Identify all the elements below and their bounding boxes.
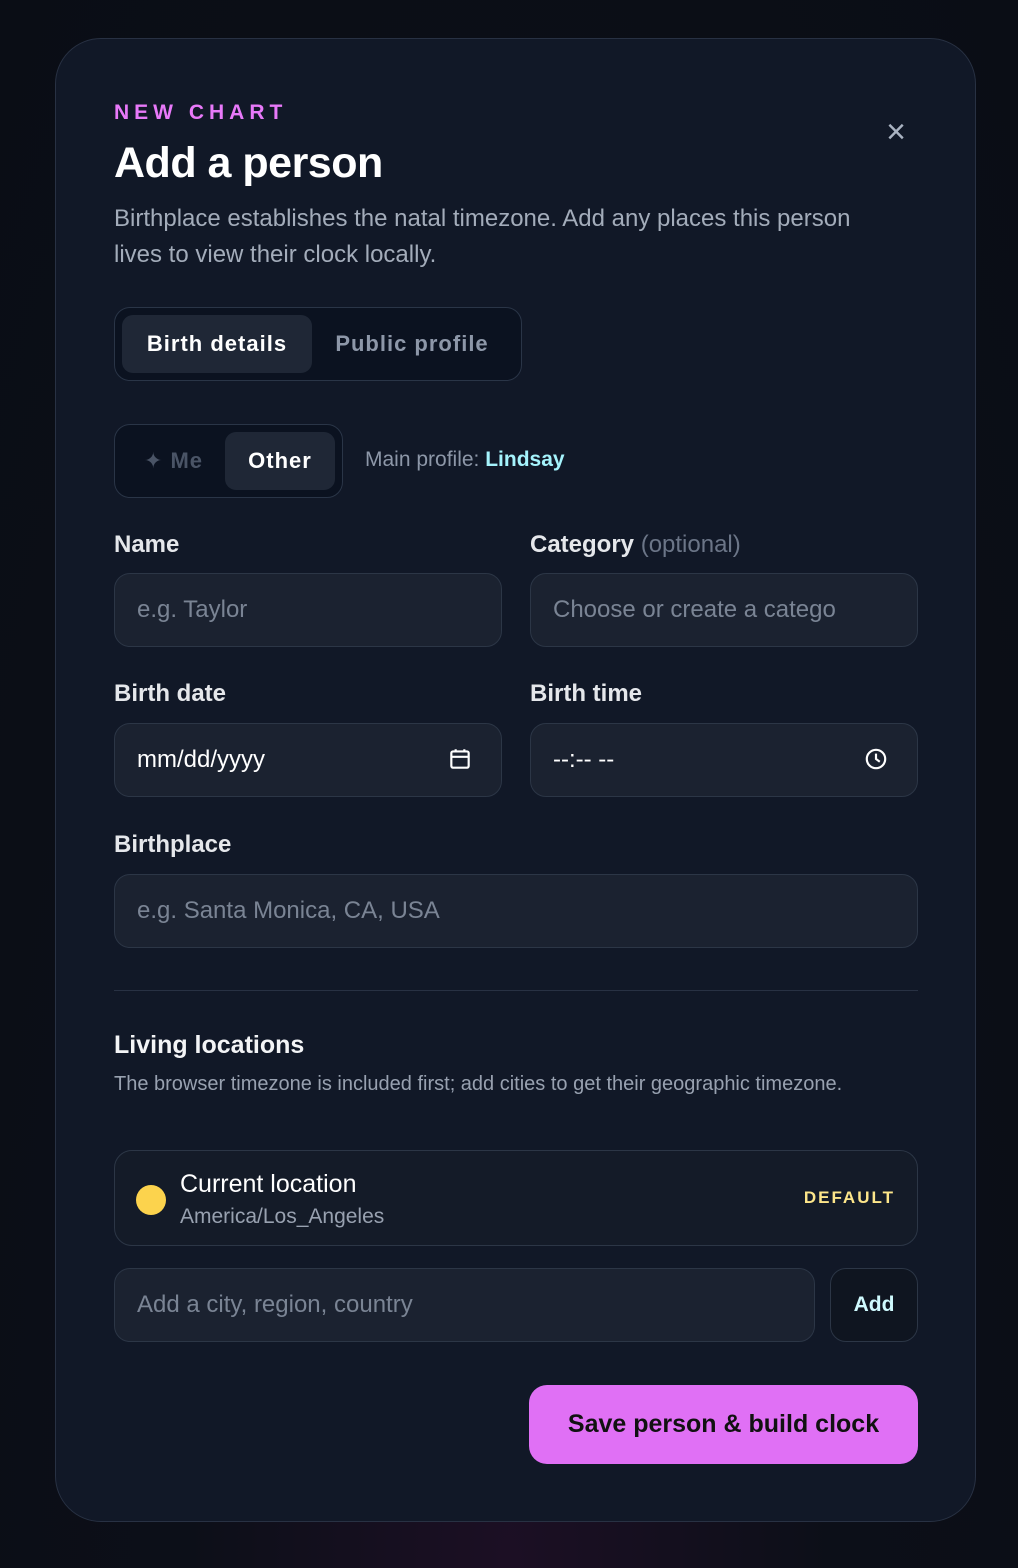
toggle-other[interactable]: Other — [225, 432, 335, 490]
save-person-button[interactable]: Save person & build clock — [529, 1385, 918, 1464]
tab-switcher: Birth details Public profile — [114, 307, 522, 381]
category-label: Category (optional) — [530, 531, 741, 559]
birthplace-label: Birthplace — [114, 831, 232, 858]
birth-date-value: mm/dd/yyyy — [137, 746, 266, 773]
category-optional: (optional) — [640, 531, 741, 558]
birth-time-field[interactable]: --:-- -- — [530, 723, 918, 797]
person-toggle: ✦ Me Other — [114, 424, 343, 498]
modal-subtitle: Birthplace establishes the natal timezon… — [114, 205, 851, 268]
clock-icon[interactable] — [863, 746, 889, 772]
toggle-me[interactable]: ✦ Me — [122, 432, 225, 490]
birth-time-label: Birth time — [530, 680, 643, 707]
name-field[interactable]: e.g. Taylor — [114, 573, 502, 647]
living-locations-title: Living locations — [114, 1031, 305, 1059]
location-item: Current location America/Los_Angeles DEF… — [114, 1150, 918, 1246]
birth-date-label: Birth date — [114, 680, 227, 707]
tab-birth-details[interactable]: Birth details — [122, 315, 312, 373]
close-icon[interactable]: × — [881, 115, 911, 149]
eyebrow-label: NEW CHART — [114, 101, 288, 124]
main-profile-info: Main profile: Lindsay — [365, 448, 565, 472]
birth-time-value: --:-- -- — [553, 746, 615, 773]
name-label: Name — [114, 531, 180, 558]
section-divider — [114, 990, 918, 991]
add-location-button[interactable]: Add — [830, 1268, 918, 1342]
main-profile-name[interactable]: Lindsay — [485, 448, 564, 471]
birth-date-field[interactable]: mm/dd/yyyy — [114, 723, 502, 797]
default-badge: DEFAULT — [803, 1188, 895, 1207]
modal-title: Add a person — [114, 139, 383, 187]
birthplace-field[interactable]: e.g. Santa Monica, CA, USA — [114, 874, 918, 948]
location-dot — [136, 1185, 166, 1215]
main-profile-label: Main profile: — [365, 448, 480, 471]
calendar-icon[interactable] — [447, 746, 473, 772]
location-name: Current location — [180, 1170, 357, 1198]
tab-public-profile[interactable]: Public profile — [312, 315, 512, 373]
add-person-modal: NEW CHART Add a person × Birthplace esta… — [55, 38, 976, 1522]
add-location-input[interactable]: Add a city, region, country — [114, 1268, 815, 1342]
category-label-text: Category — [530, 531, 635, 558]
location-timezone: America/Los_Angeles — [180, 1205, 385, 1228]
living-locations-description: The browser timezone is included first; … — [114, 1073, 843, 1095]
category-field[interactable]: Choose or create a catego — [530, 573, 918, 647]
